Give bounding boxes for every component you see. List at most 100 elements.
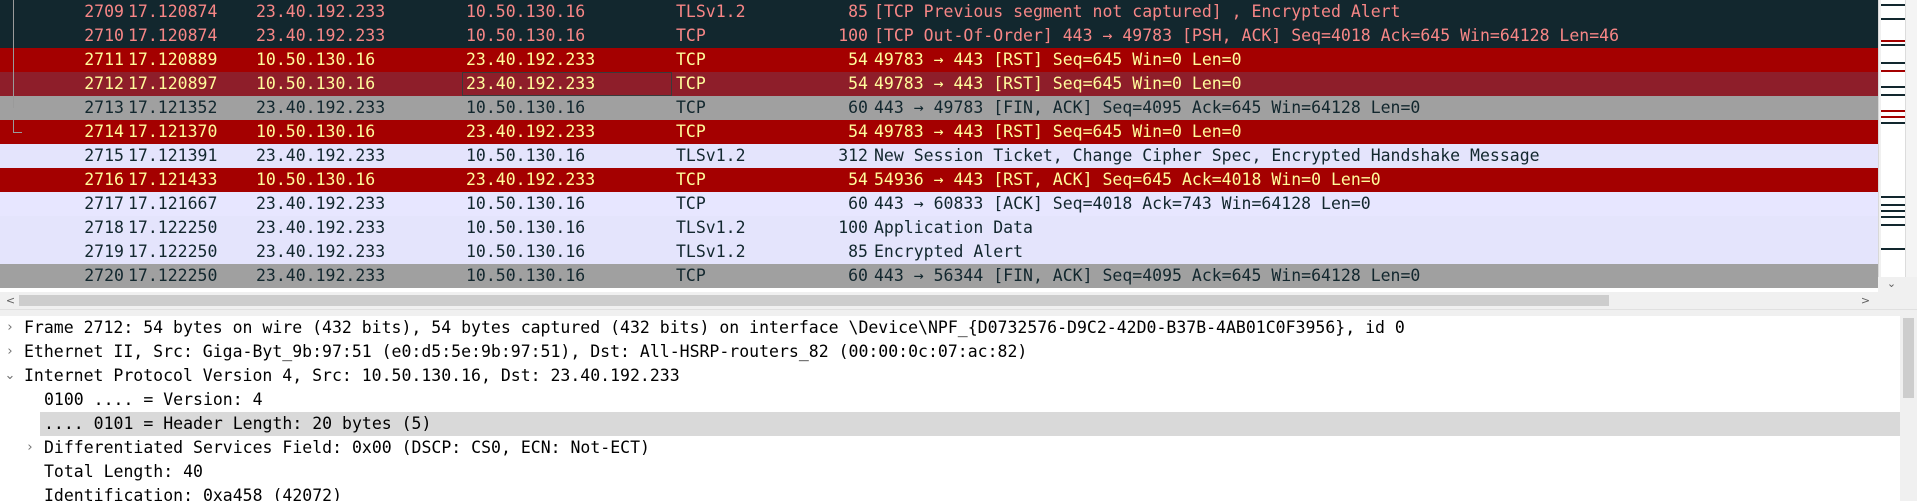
tree-item-label: Internet Protocol Version 4, Src: 10.50.… [24, 366, 680, 385]
minimap-marker [1881, 210, 1905, 212]
packet-time: 17.121370 [128, 122, 218, 141]
packet-row[interactable]: 2717 17.121667 23.40.192.233 10.50.130.16 TC… [0, 192, 1878, 216]
packet-destination: 10.50.130.16 [466, 98, 586, 117]
packet-row[interactable]: 2714 17.121370 10.50.130.16 23.40.192.233 TC… [0, 120, 1878, 144]
packet-source: 23.40.192.233 [256, 2, 386, 21]
chevron-down-icon[interactable]: ⌄ [3, 364, 17, 388]
minimap-marker [1881, 70, 1905, 72]
minimap-scroll-thumb[interactable] [1905, 0, 1917, 280]
packet-length: 100 [838, 218, 868, 237]
packet-length: 60 [848, 266, 868, 285]
packet-row[interactable]: 2710 17.120874 23.40.192.233 10.50.130.16 TC… [0, 24, 1878, 48]
packet-time: 17.120889 [128, 50, 218, 69]
packet-source: 23.40.192.233 [256, 98, 386, 117]
minimap-track [1881, 0, 1905, 288]
packet-destination: 10.50.130.16 [466, 242, 586, 261]
packet-destination: 23.40.192.233 [466, 122, 596, 141]
packet-destination: 10.50.130.16 [466, 194, 586, 213]
wireshark-window: 2709 17.120874 23.40.192.233 10.50.130.16 TL… [0, 0, 1917, 501]
packet-info: Application Data [874, 218, 1033, 237]
packet-destination: 10.50.130.16 [466, 146, 586, 165]
packet-protocol: TCP [676, 170, 706, 189]
packet-row[interactable]: 2712 17.120897 10.50.130.16 23.40.192.233 TC… [0, 72, 1878, 96]
tree-item[interactable]: › Ethernet II, Src: Giga-Byt_9b:97:51 (e0… [0, 340, 1900, 364]
packet-time: 17.121391 [128, 146, 218, 165]
minimap-marker [1881, 110, 1905, 112]
packet-info: [TCP Out-Of-Order] 443 → 49783 [PSH, ACK… [874, 26, 1620, 45]
packet-destination: 10.50.130.16 [466, 266, 586, 285]
minimap-marker [1881, 94, 1905, 96]
packet-row[interactable]: 2709 17.120874 23.40.192.233 10.50.130.16 TL… [0, 0, 1878, 24]
scroll-left-icon[interactable]: < [2, 292, 19, 309]
packet-length: 60 [848, 194, 868, 213]
packet-destination: 23.40.192.233 [466, 170, 596, 189]
chevron-right-icon[interactable]: › [3, 316, 17, 340]
tree-item[interactable]: ⌄ Internet Protocol Version 4, Src: 10.50… [0, 364, 1900, 388]
tree-item[interactable]: › Differentiated Services Field: 0x00 (DS… [0, 436, 1900, 460]
packet-row[interactable]: 2711 17.120889 10.50.130.16 23.40.192.233 TC… [0, 48, 1878, 72]
packet-time: 17.120874 [128, 2, 218, 21]
packet-time: 17.120874 [128, 26, 218, 45]
chevron-right-icon[interactable]: › [23, 436, 37, 460]
packet-time: 17.121667 [128, 194, 218, 213]
focused-cell-outline [462, 72, 672, 96]
minimap-marker [1881, 4, 1905, 6]
packet-protocol: TCP [676, 194, 706, 213]
packet-source: 23.40.192.233 [256, 146, 386, 165]
packet-protocol: TLSv1.2 [676, 218, 746, 237]
scroll-down-icon[interactable]: ⌄ [1883, 277, 1900, 291]
packet-row[interactable]: 2716 17.121433 10.50.130.16 23.40.192.233 TC… [0, 168, 1878, 192]
packet-source: 10.50.130.16 [256, 170, 376, 189]
packet-info: [TCP Previous segment not captured] , En… [874, 2, 1401, 21]
related-packet-line [13, 0, 14, 108]
packet-row[interactable]: 2713 17.121352 23.40.192.233 10.50.130.16 TC… [0, 96, 1878, 120]
packet-row[interactable]: 2719 17.122250 23.40.192.233 10.50.130.16 TL… [0, 240, 1878, 264]
horizontal-scroll-thumb[interactable] [19, 295, 1609, 306]
details-vertical-scrollbar[interactable] [1900, 316, 1917, 501]
packet-destination: 10.50.130.16 [466, 2, 586, 21]
details-scroll-thumb[interactable] [1903, 318, 1914, 398]
packet-length: 100 [838, 26, 868, 45]
packet-row[interactable]: 2718 17.122250 23.40.192.233 10.50.130.16 TL… [0, 216, 1878, 240]
tree-item[interactable]: Total Length: 40 [0, 460, 1900, 484]
packet-minimap-scrollbar[interactable] [1878, 0, 1917, 292]
packet-destination: 10.50.130.16 [466, 26, 586, 45]
packet-list-vertical-scroll-end: ⌄ [1878, 277, 1917, 309]
packet-info: 49783 → 443 [RST] Seq=645 Win=0 Len=0 [874, 50, 1242, 69]
tree-item[interactable]: .... 0101 = Header Length: 20 bytes (5) [40, 412, 1900, 436]
minimap-marker [1881, 196, 1905, 198]
packet-length: 54 [848, 122, 868, 141]
packet-time: 17.121352 [128, 98, 218, 117]
packet-info: 443 → 49783 [FIN, ACK] Seq=4095 Ack=645 … [874, 98, 1421, 117]
packet-number: 2716 [84, 170, 124, 189]
chevron-right-icon[interactable]: › [3, 340, 17, 364]
packet-source: 23.40.192.233 [256, 242, 386, 261]
packet-row[interactable]: 2715 17.121391 23.40.192.233 10.50.130.16 TL… [0, 144, 1878, 168]
packet-info: 443 → 56344 [FIN, ACK] Seq=4095 Ack=645 … [874, 266, 1421, 285]
packet-list-horizontal-scrollbar[interactable]: < > [0, 292, 1878, 309]
packet-time: 17.122250 [128, 242, 218, 261]
packet-time: 17.122250 [128, 266, 218, 285]
minimap-marker [1881, 44, 1905, 46]
tree-item[interactable]: 0100 .... = Version: 4 [0, 388, 1900, 412]
related-packet-end-marker [13, 132, 22, 133]
tree-item-label: 0100 .... = Version: 4 [44, 390, 263, 409]
packet-row[interactable]: 2720 17.122250 23.40.192.233 10.50.130.16 TC… [0, 264, 1878, 288]
packet-protocol: TLSv1.2 [676, 242, 746, 261]
packet-length: 54 [848, 170, 868, 189]
scroll-right-icon[interactable]: > [1857, 292, 1874, 309]
tree-item[interactable]: Identification: 0xa458 (42072) [0, 484, 1900, 501]
packet-details-tree: › Frame 2712: 54 bytes on wire (432 bits)… [0, 316, 1900, 501]
tree-item[interactable]: › Frame 2712: 54 bytes on wire (432 bits)… [0, 316, 1900, 340]
packet-info: 54936 → 443 [RST, ACK] Seq=645 Ack=4018 … [874, 170, 1381, 189]
packet-info: 49783 → 443 [RST] Seq=645 Win=0 Len=0 [874, 122, 1242, 141]
packet-source: 23.40.192.233 [256, 194, 386, 213]
packet-destination: 10.50.130.16 [466, 218, 586, 237]
packet-number: 2720 [84, 266, 124, 285]
packet-time: 17.120897 [128, 74, 218, 93]
tree-item-label: Identification: 0xa458 (42072) [44, 486, 343, 501]
tree-item-label: Frame 2712: 54 bytes on wire (432 bits),… [24, 318, 1405, 337]
packet-source: 23.40.192.233 [256, 218, 386, 237]
packet-length: 85 [848, 2, 868, 21]
tree-item-label: Total Length: 40 [44, 462, 203, 481]
